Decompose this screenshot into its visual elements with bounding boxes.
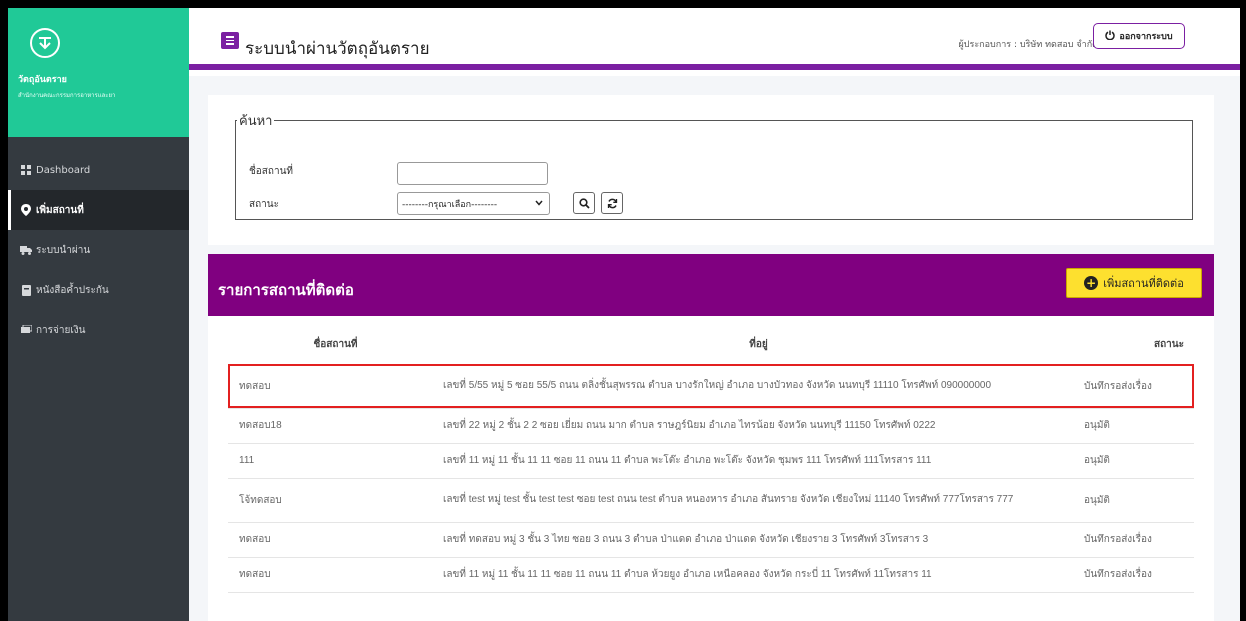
cell-address: เลขที่ 22 หมู่ 2 ชั้น 2 2 ซอย เยี่ยม ถนน…: [443, 408, 1074, 444]
search-panel: ค้นหา ชื่อสถานที่ สถานะ --------กรุณาเลื…: [208, 95, 1214, 245]
list-header: รายการสถานที่ติดต่อ + เพิ่มสถานที่ติดต่อ: [208, 254, 1214, 316]
sidebar-item-transit[interactable]: ระบบนำผ่าน: [8, 230, 189, 270]
top-navbar: ระบบนำผ่านวัตถุอันตราย ผู้ประกอบการ : บร…: [189, 8, 1240, 70]
refresh-icon: [607, 194, 618, 213]
search-button[interactable]: [573, 192, 595, 214]
cell-address: เลขที่ 11 หมู่ 11 ชั้น 11 11 ซอย 11 ถนน …: [443, 557, 1074, 593]
cell-name: ทดสอบ: [228, 522, 443, 558]
sidebar-item-label: หนังสือค้ำประกัน: [36, 284, 109, 296]
cell-name: ทดสอบ18: [228, 408, 443, 444]
money-icon: [20, 324, 32, 336]
status-select[interactable]: --------กรุณาเลือก--------: [397, 192, 550, 215]
list-title: รายการสถานที่ติดต่อ: [218, 281, 354, 299]
table-row[interactable]: ทดสอบ เลขที่ ทดสอบ หมู่ 3 ชั้น 3 ไทย ซอย…: [228, 522, 1194, 558]
table-row[interactable]: ทดสอบ เลขที่ 11 หมู่ 11 ชั้น 11 11 ซอย 1…: [228, 557, 1194, 593]
table-row[interactable]: โจ้ทดสอบ เลขที่ test หมู่ test ชั้น test…: [228, 478, 1194, 523]
cell-status: อนุมัติ: [1074, 478, 1194, 523]
app-frame: วัตถุอันตราย สำนักงานคณะกรรมการอาหารและย…: [8, 8, 1240, 621]
power-icon: [1105, 30, 1116, 43]
sidebar: วัตถุอันตราย สำนักงานคณะกรรมการอาหารและย…: [8, 8, 189, 621]
cell-address: เลขที่ ทดสอบ หมู่ 3 ชั้น 3 ไทย ซอย 3 ถนน…: [443, 522, 1074, 558]
sidebar-item-label: ระบบนำผ่าน: [36, 244, 91, 256]
search-icon: [578, 194, 590, 213]
sidebar-item-label: การจ่ายเงิน: [36, 324, 86, 336]
sidebar-item-dashboard[interactable]: Dashboard: [8, 150, 189, 190]
map-pin-icon: [20, 204, 32, 216]
sidebar-item-payment[interactable]: การจ่ายเงิน: [8, 310, 189, 350]
search-fieldset: ค้นหา ชื่อสถานที่ สถานะ --------กรุณาเลื…: [235, 110, 1193, 220]
place-name-input[interactable]: [397, 162, 548, 185]
column-header-address[interactable]: ที่อยู่: [443, 326, 1074, 365]
cell-name: โจ้ทดสอบ: [228, 478, 443, 523]
name-label: ชื่อสถานที่: [249, 166, 293, 177]
sidebar-brand[interactable]: วัตถุอันตราย สำนักงานคณะกรรมการอาหารและย…: [8, 8, 189, 137]
book-icon: [20, 284, 32, 296]
cell-status: อนุมัติ: [1074, 443, 1194, 479]
grid-icon: [20, 164, 32, 176]
logout-button[interactable]: ออกจากระบบ: [1093, 23, 1185, 49]
sidebar-item-add-place[interactable]: เพิ่มสถานที่: [8, 190, 189, 230]
brand-title: วัตถุอันตราย: [18, 75, 67, 85]
status-selected-value: --------กรุณาเลือก--------: [402, 199, 498, 210]
add-button-label: เพิ่มสถานที่ติดต่อ: [1103, 277, 1184, 290]
cell-name: 111: [228, 443, 443, 479]
page-title: ระบบนำผ่านวัตถุอันตราย: [245, 39, 430, 59]
column-header-status[interactable]: สถานะ: [1074, 326, 1194, 365]
table-row[interactable]: ทดสอบ18 เลขที่ 22 หมู่ 2 ชั้น 2 2 ซอย เย…: [228, 408, 1194, 444]
cell-status: บันทึกรอส่งเรื่อง: [1074, 557, 1194, 593]
table-row-highlighted[interactable]: ทดสอบ เลขที่ 5/55 หมู่ 5 ซอย 55/5 ถนน ตล…: [228, 364, 1194, 409]
cell-name: ทดสอบ: [228, 557, 443, 593]
truck-icon: [20, 244, 32, 256]
contact-list-panel: รายการสถานที่ติดต่อ + เพิ่มสถานที่ติดต่อ…: [208, 254, 1214, 621]
sidebar-item-guarantee[interactable]: หนังสือค้ำประกัน: [8, 270, 189, 310]
brand-logo-icon: [30, 28, 60, 58]
sidebar-item-label: Dashboard: [36, 164, 91, 176]
reset-button[interactable]: [601, 192, 623, 214]
cell-name: ทดสอบ: [228, 364, 443, 409]
cell-status: อนุมัติ: [1074, 408, 1194, 444]
add-contact-place-button[interactable]: + เพิ่มสถานที่ติดต่อ: [1066, 268, 1202, 298]
status-label: สถานะ: [249, 199, 279, 210]
places-table: ชื่อสถานที่ ที่อยู่ สถานะ ทดสอบ เลขที่ 5…: [228, 326, 1194, 593]
chevron-down-icon: [535, 199, 543, 209]
operator-label: ผู้ประกอบการ : บริษัท ทดสอบ จำกัด: [958, 40, 1098, 50]
cell-status: บันทึกรอส่งเรื่อง: [1074, 364, 1194, 409]
plus-circle-icon: +: [1084, 276, 1099, 290]
column-header-name[interactable]: ชื่อสถานที่: [228, 326, 443, 365]
table-row[interactable]: 111 เลขที่ 11 หมู่ 11 ชั้น 11 11 ซอย 11 …: [228, 443, 1194, 479]
sidebar-item-label: เพิ่มสถานที่: [36, 204, 84, 216]
logout-label: ออกจากระบบ: [1119, 32, 1173, 42]
cell-address: เลขที่ 11 หมู่ 11 ชั้น 11 11 ซอย 11 ถนน …: [443, 443, 1074, 479]
table-header-row: ชื่อสถานที่ ที่อยู่ สถานะ: [228, 326, 1194, 365]
menu-toggle-button[interactable]: [221, 32, 239, 49]
main-content: ค้นหา ชื่อสถานที่ สถานะ --------กรุณาเลื…: [189, 76, 1240, 621]
cell-status: บันทึกรอส่งเรื่อง: [1074, 522, 1194, 558]
cell-address: เลขที่ test หมู่ test ชั้น test test ซอย…: [443, 478, 1074, 523]
brand-subtitle: สำนักงานคณะกรรมการอาหารและยา: [18, 92, 116, 99]
sidebar-menu: Dashboard เพิ่มสถานที่ ระบบนำผ่าน หนังสื…: [8, 150, 189, 350]
cell-address: เลขที่ 5/55 หมู่ 5 ซอย 55/5 ถนน ตลิ่งชั้…: [443, 364, 1074, 409]
search-legend: ค้นหา: [239, 114, 273, 129]
